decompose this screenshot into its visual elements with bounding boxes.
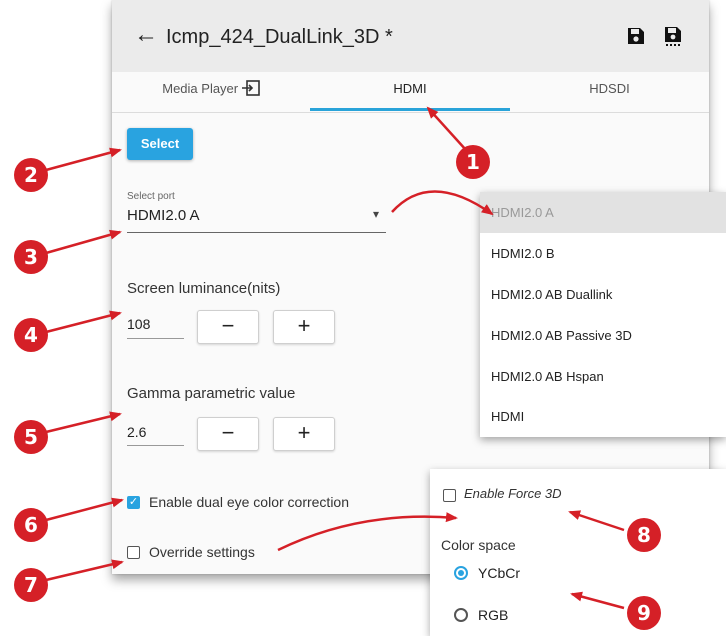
callout-arrow-4	[45, 310, 122, 334]
callout-badge-1: 1	[456, 145, 490, 179]
callout-badge-3: 3	[14, 240, 48, 274]
callout-badge-6: 6	[14, 508, 48, 542]
callout-arrow-5	[45, 411, 122, 434]
callout-badge-5: 5	[14, 420, 48, 454]
callout-arrow-3b	[391, 190, 494, 216]
callout-badge-2: 2	[14, 158, 48, 192]
callout-badge-4: 4	[14, 318, 48, 352]
callout-badge-8: 8	[627, 518, 661, 552]
callout-badge-7: 7	[14, 568, 48, 602]
callout-arrow-6	[45, 497, 124, 522]
callout-arrow-8	[568, 510, 625, 532]
callout-badge-9: 9	[627, 596, 661, 630]
callout-arrow-2	[45, 147, 122, 172]
callout-arrow-9	[570, 591, 625, 610]
callout-arrow-1	[426, 106, 467, 151]
callout-arrow-7b	[277, 512, 458, 552]
callout-arrow-3	[45, 229, 122, 255]
callout-arrows-overlay	[45, 106, 625, 610]
callout-arrow-7	[45, 559, 124, 582]
